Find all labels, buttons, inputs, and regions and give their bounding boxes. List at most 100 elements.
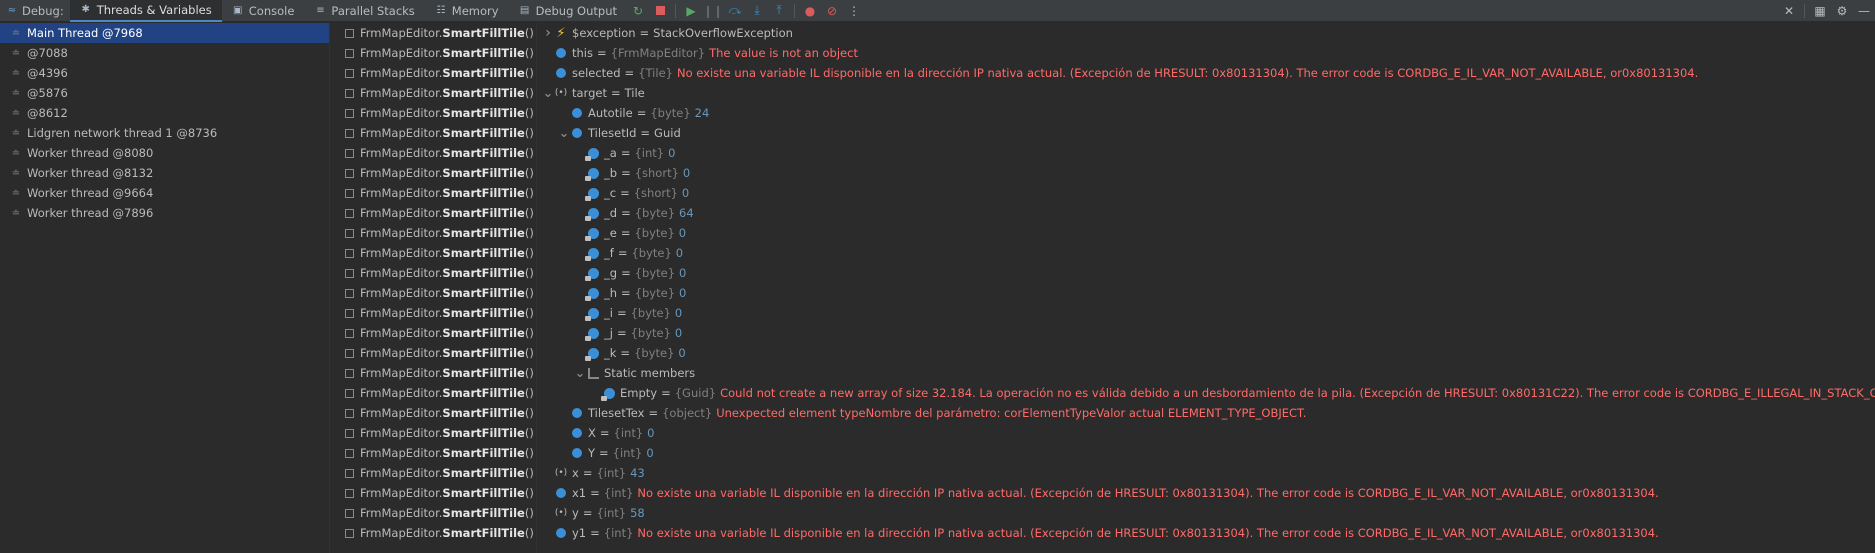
- variable-row[interactable]: selected = {Tile} No existe una variable IL…: [538, 63, 1875, 83]
- variable-row[interactable]: ⌄ Static members: [538, 363, 1875, 383]
- chevron-down-icon[interactable]: ⌄: [558, 126, 570, 141]
- chevron-down-icon[interactable]: ⌄: [574, 366, 586, 381]
- stack-frame[interactable]: FrmMapEditor.SmartFillTile() in I: [331, 323, 536, 343]
- close-icon[interactable]: ✕: [1778, 0, 1800, 22]
- stack-frame[interactable]: FrmMapEditor.SmartFillTile() in I: [331, 483, 536, 503]
- thread-item[interactable]: ≐ @8612: [0, 103, 329, 123]
- frame-checkbox-icon: [345, 448, 354, 458]
- more-options-icon[interactable]: ⋮: [843, 0, 865, 22]
- view-breakpoints-icon[interactable]: ●: [799, 0, 821, 22]
- tab-debug-output[interactable]: ▤ Debug Output: [509, 0, 627, 22]
- variable-row[interactable]: y1 = {int} No existe una variable IL dispon…: [538, 523, 1875, 543]
- minimize-icon[interactable]: —: [1853, 0, 1875, 22]
- stack-frame[interactable]: FrmMapEditor.SmartFillTile() in I: [331, 183, 536, 203]
- equals-sign: =: [639, 26, 650, 40]
- variable-row[interactable]: X = {int} 0: [538, 423, 1875, 443]
- chevron-right-icon[interactable]: ›: [542, 25, 554, 41]
- frame-method: SmartFillTile: [442, 506, 525, 520]
- thread-item[interactable]: ≐ @7088: [0, 43, 329, 63]
- variable-row[interactable]: (•) y = {int} 58: [538, 503, 1875, 523]
- tab-threads-variables[interactable]: ✱ Threads & Variables: [69, 0, 222, 22]
- variable-type: {byte}: [630, 306, 671, 320]
- stack-frame[interactable]: FrmMapEditor.SmartFillTile() in I: [331, 283, 536, 303]
- debug-output-icon: ▤: [519, 5, 530, 16]
- variable-row[interactable]: _f = {byte} 0: [538, 243, 1875, 263]
- variable-row[interactable]: (•) x = {int} 43: [538, 463, 1875, 483]
- variable-row[interactable]: this = {FrmMapEditor} The value is not an o…: [538, 43, 1875, 63]
- frame-method: SmartFillTile: [442, 126, 525, 140]
- stack-frame[interactable]: FrmMapEditor.SmartFillTile() in I: [331, 263, 536, 283]
- variable-row[interactable]: _k = {byte} 0: [538, 343, 1875, 363]
- stack-frame[interactable]: FrmMapEditor.SmartFillTile() in I: [331, 383, 536, 403]
- variable-row[interactable]: Autotile = {byte} 24: [538, 103, 1875, 123]
- variable-row[interactable]: _a = {int} 0: [538, 143, 1875, 163]
- stack-frame[interactable]: FrmMapEditor.SmartFillTile() in I: [331, 43, 536, 63]
- thread-item[interactable]: ≐ Worker thread @8080: [0, 143, 329, 163]
- stack-frame[interactable]: FrmMapEditor.SmartFillTile() in I: [331, 343, 536, 363]
- tab-memory[interactable]: ☷ Memory: [425, 0, 509, 22]
- rerun-icon[interactable]: ↻: [627, 0, 649, 22]
- stack-frame[interactable]: FrmMapEditor.SmartFillTile() in I: [331, 83, 536, 103]
- stack-frame[interactable]: FrmMapEditor.SmartFillTile() in I: [331, 523, 536, 543]
- variable-row[interactable]: _d = {byte} 64: [538, 203, 1875, 223]
- stack-frame[interactable]: FrmMapEditor.SmartFillTile() in I: [331, 163, 536, 183]
- variable-row[interactable]: ⌄ (•) target = Tile: [538, 83, 1875, 103]
- gear-icon[interactable]: ⚙: [1831, 0, 1853, 22]
- pause-icon[interactable]: ❙❙: [702, 0, 724, 22]
- stack-frame[interactable]: FrmMapEditor.SmartFillTile() in I: [331, 503, 536, 523]
- mute-breakpoints-icon[interactable]: ⊘: [821, 0, 843, 22]
- stack-frame[interactable]: FrmMapEditor.SmartFillTile() in I: [331, 103, 536, 123]
- variable-row[interactable]: _c = {short} 0: [538, 183, 1875, 203]
- variable-row[interactable]: x1 = {int} No existe una variable IL dispon…: [538, 483, 1875, 503]
- step-over-icon[interactable]: ⤼: [724, 0, 746, 22]
- step-out-icon[interactable]: ⤒: [768, 0, 790, 22]
- chevron-down-icon[interactable]: ⌄: [542, 86, 554, 101]
- thread-item[interactable]: ≐ Worker thread @8132: [0, 163, 329, 183]
- thread-item[interactable]: ≐ Main Thread @7968: [0, 23, 329, 43]
- thread-item[interactable]: ≐ @4396: [0, 63, 329, 83]
- variable-row[interactable]: Empty = {Guid} Could not create a new array…: [538, 383, 1875, 403]
- thread-icon: ≐: [11, 87, 21, 99]
- variable-row[interactable]: _h = {byte} 0: [538, 283, 1875, 303]
- stack-frame[interactable]: FrmMapEditor.SmartFillTile() in I: [331, 303, 536, 323]
- stack-frame[interactable]: FrmMapEditor.SmartFillTile() in I: [331, 423, 536, 443]
- frame-suffix: () in I: [524, 486, 536, 500]
- tab-parallel-stacks[interactable]: ≡ Parallel Stacks: [304, 0, 424, 22]
- variable-type: {byte}: [630, 326, 671, 340]
- variable-row[interactable]: _j = {byte} 0: [538, 323, 1875, 343]
- stack-frame[interactable]: FrmMapEditor.SmartFillTile() in I: [331, 203, 536, 223]
- thread-item[interactable]: ≐ @5876: [0, 83, 329, 103]
- variable-row[interactable]: TilesetTex = {object} Unexpected element ty…: [538, 403, 1875, 423]
- tab-console[interactable]: ▣ Console: [222, 0, 305, 22]
- stack-frame[interactable]: FrmMapEditor.SmartFillTile() in I: [331, 363, 536, 383]
- resume-icon[interactable]: ▶: [680, 0, 702, 22]
- variable-row[interactable]: _b = {short} 0: [538, 163, 1875, 183]
- stack-frame[interactable]: FrmMapEditor.SmartFillTile() in I: [331, 23, 536, 43]
- thread-item[interactable]: ≐ Worker thread @9664: [0, 183, 329, 203]
- stack-frame[interactable]: FrmMapEditor.SmartFillTile() in I: [331, 143, 536, 163]
- stack-frame[interactable]: FrmMapEditor.SmartFillTile() in I: [331, 403, 536, 423]
- stack-frame[interactable]: FrmMapEditor.SmartFillTile() in I: [331, 443, 536, 463]
- variable-row[interactable]: ⌄ TilesetId = Guid: [538, 123, 1875, 143]
- variable-row[interactable]: Y = {int} 0: [538, 443, 1875, 463]
- thread-item[interactable]: ≐ Lidgren network thread 1 @8736: [0, 123, 329, 143]
- stack-frame[interactable]: FrmMapEditor.SmartFillTile() in I: [331, 223, 536, 243]
- variable-value: StackOverflowException: [653, 26, 793, 40]
- variable-row[interactable]: › ⚡ $exception = StackOverflowException: [538, 23, 1875, 43]
- frame-suffix: () in I: [524, 86, 536, 100]
- layout-icon[interactable]: ▦: [1809, 0, 1831, 22]
- frame-class: FrmMapEditor.: [360, 326, 443, 340]
- stack-frame[interactable]: FrmMapEditor.SmartFillTile() in I: [331, 243, 536, 263]
- stack-frame[interactable]: FrmMapEditor.SmartFillTile() in I: [331, 123, 536, 143]
- variable-row[interactable]: _g = {byte} 0: [538, 263, 1875, 283]
- stop-icon[interactable]: [649, 0, 671, 22]
- thread-item[interactable]: ≐ Worker thread @7896: [0, 203, 329, 223]
- variable-row[interactable]: _i = {byte} 0: [538, 303, 1875, 323]
- stack-frame[interactable]: FrmMapEditor.SmartFillTile() in I: [331, 463, 536, 483]
- thread-icon: ≐: [11, 167, 21, 179]
- variable-row[interactable]: _e = {byte} 0: [538, 223, 1875, 243]
- step-into-icon[interactable]: ⤓: [746, 0, 768, 22]
- variable-name: _d: [604, 206, 618, 220]
- stack-frame[interactable]: FrmMapEditor.SmartFillTile() in I: [331, 63, 536, 83]
- frame-checkbox-icon: [345, 308, 354, 318]
